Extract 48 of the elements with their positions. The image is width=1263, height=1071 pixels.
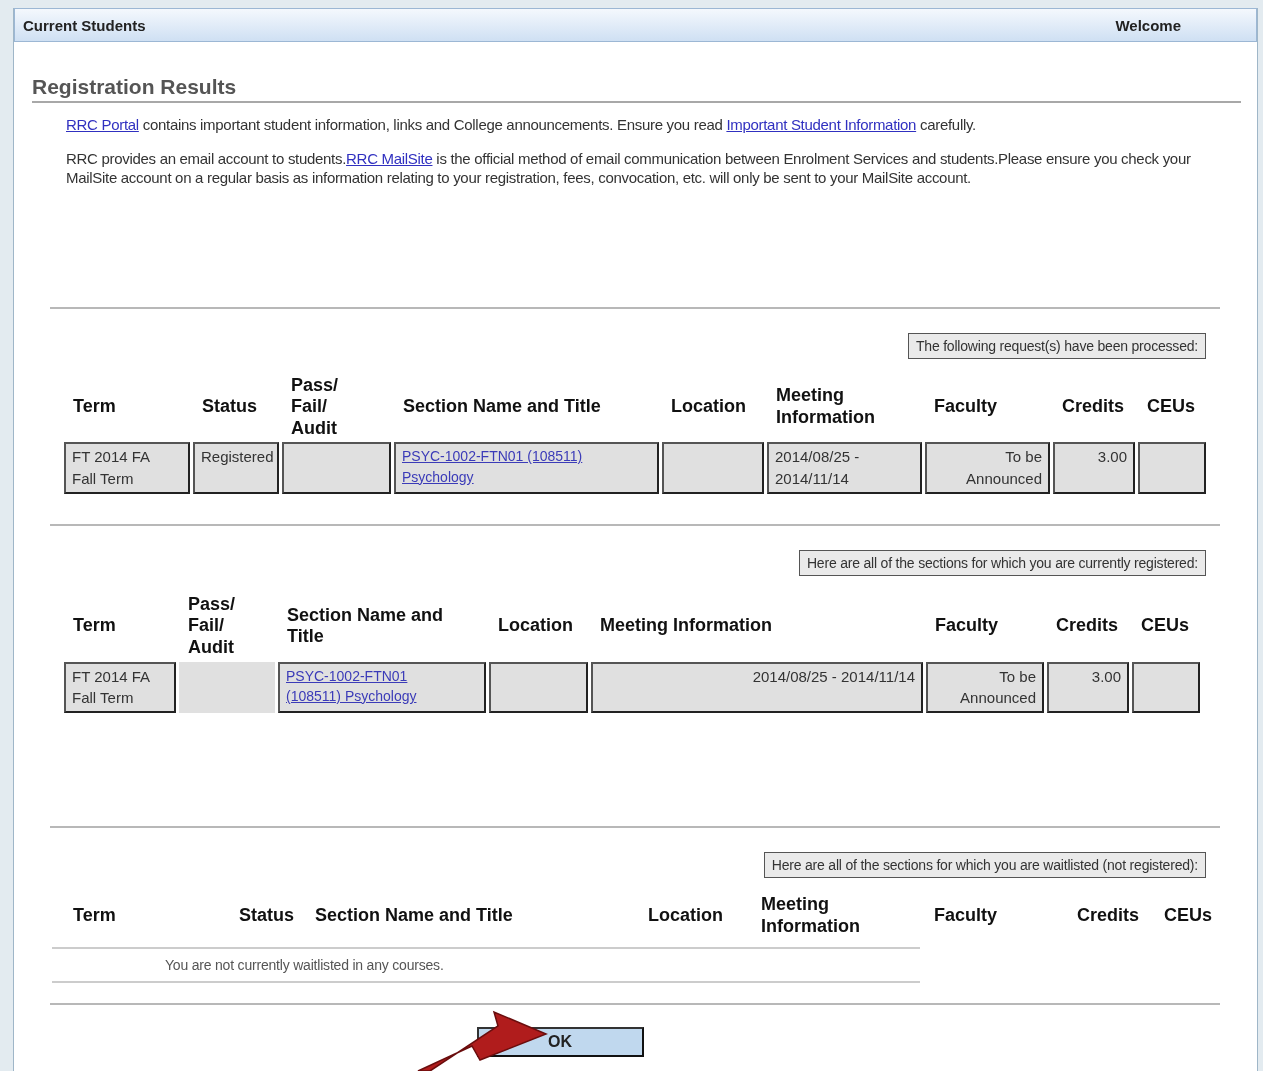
page-title: Registration Results	[32, 75, 1241, 103]
column-header: Term	[72, 615, 117, 637]
column-header: Meeting Information	[599, 615, 773, 637]
text-link[interactable]: RRC Portal	[66, 116, 139, 133]
column-header: Location	[647, 904, 724, 927]
column-header: Section Name and Title	[314, 904, 514, 927]
table-cell	[1138, 442, 1206, 494]
table-cell: Registered	[193, 442, 279, 494]
text-link[interactable]: Important Student Information	[726, 116, 917, 133]
column-header: CEUs	[1140, 615, 1190, 637]
table-cell: FT 2014 FA Fall Term	[64, 661, 176, 714]
header-title: Current Students	[23, 16, 146, 34]
section-caption: The following request(s) have been processed:	[907, 332, 1206, 359]
column-header: Section Name and Title	[402, 396, 602, 418]
column-header: Faculty	[933, 396, 999, 418]
welcome-text: Welcome	[1115, 16, 1181, 34]
table-cell: FT 2014 FA Fall Term	[64, 442, 190, 494]
table-cell	[1132, 661, 1200, 714]
column-header: Faculty	[933, 904, 999, 927]
intro-paragraph: RRC provides an email account to students.RRC MailSite is the official method of email communication between Enrolment Services and students.Please ensure you check your MailSite account on a regular basis as information relating to your registration, fees, convocation, etc. will only be sent to your MailSite account.	[66, 148, 1192, 188]
section-caption: Here are all of the sections for which you are currently registered:	[798, 549, 1206, 576]
column-header: Term	[72, 396, 117, 418]
column-header: Status	[201, 396, 258, 418]
column-header: CEUs	[1163, 904, 1213, 927]
column-header: Location	[497, 615, 574, 637]
table-cell: 2014/08/25 - 2014/11/14	[591, 661, 923, 714]
empty-message: You are not currently waitlisted in any courses.	[52, 947, 920, 984]
column-header: Credits	[1055, 615, 1119, 637]
column-header: Location	[670, 396, 747, 418]
column-header: Faculty	[934, 615, 1000, 637]
column-header: Credits	[1061, 396, 1125, 418]
table-cell: 2014/08/25 - 2014/11/14	[767, 442, 922, 494]
table-cell: 3.00	[1047, 661, 1129, 714]
column-header: Meeting Information	[760, 894, 861, 938]
column-header: Pass/ Fail/ Audit	[290, 374, 340, 440]
column-header: Pass/ Fail/ Audit	[187, 593, 237, 659]
intro-paragraph: RRC Portal contains important student information, links and College announcements. Ensure you read Important Student Information carefully.	[66, 115, 977, 135]
section-caption: Here are all of the sections for which you are waitlisted (not registered):	[763, 852, 1206, 879]
column-header: Meeting Information	[775, 385, 876, 429]
column-header: CEUs	[1146, 396, 1196, 418]
column-header: Section Name and Title	[286, 604, 445, 648]
column-header: Term	[72, 904, 117, 927]
table-cell: To be Announced	[926, 661, 1044, 714]
text-link[interactable]: RRC MailSite	[346, 149, 433, 167]
column-header: Credits	[1076, 904, 1140, 927]
table-cell: 3.00	[1053, 442, 1135, 494]
column-header: Status	[238, 904, 295, 927]
table-cell: To be Announced	[925, 442, 1050, 494]
